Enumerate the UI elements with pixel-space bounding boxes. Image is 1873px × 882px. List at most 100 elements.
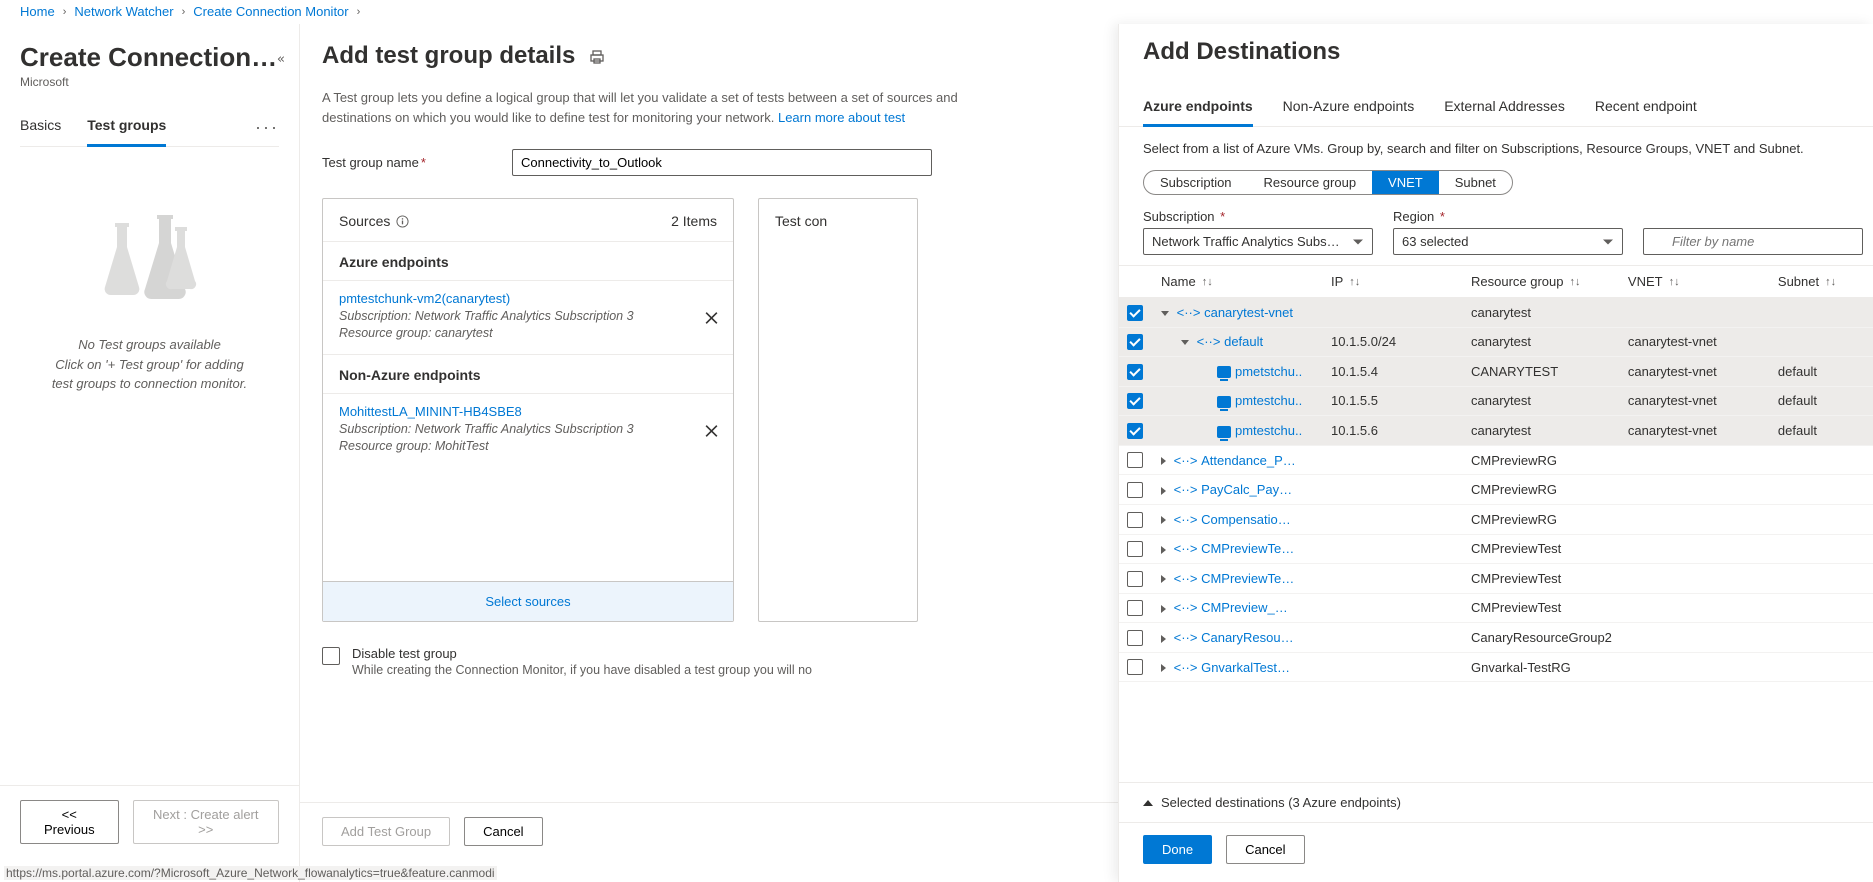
cell-ip: [1323, 298, 1463, 328]
expand-icon[interactable]: [1161, 516, 1166, 524]
groupby-pill[interactable]: Subnet: [1439, 171, 1512, 194]
row-checkbox[interactable]: [1127, 571, 1143, 587]
col-header[interactable]: VNET↑↓: [1620, 266, 1770, 298]
cell-rg: canarytest: [1463, 298, 1620, 328]
expand-icon[interactable]: [1161, 457, 1166, 465]
expand-icon[interactable]: [1161, 546, 1166, 554]
vm-icon: [1217, 426, 1231, 438]
row-checkbox[interactable]: [1127, 452, 1143, 468]
vnet-link[interactable]: canarytest-vnet: [1204, 305, 1293, 320]
info-icon[interactable]: [396, 215, 409, 228]
col-header[interactable]: Resource group↑↓: [1463, 266, 1620, 298]
expand-icon[interactable]: [1161, 635, 1166, 643]
blade-tab[interactable]: Azure endpoints: [1143, 98, 1253, 127]
vnet-link[interactable]: Compensation_...: [1201, 512, 1296, 527]
breadcrumb-home[interactable]: Home: [20, 4, 55, 19]
print-icon[interactable]: [589, 49, 605, 65]
sort-icon[interactable]: ↑↓: [1669, 276, 1680, 288]
cell-subnet: [1770, 623, 1873, 653]
vm-link[interactable]: pmtestchu..: [1235, 423, 1302, 438]
done-button[interactable]: Done: [1143, 835, 1212, 864]
row-checkbox[interactable]: [1127, 482, 1143, 498]
table-row: <··> Attendance_Payr.CMPreviewRG: [1119, 445, 1873, 475]
cell-vnet: [1620, 475, 1770, 505]
vnet-link[interactable]: CMPreviewTestv..: [1201, 571, 1296, 586]
learn-more-link[interactable]: Learn more about test: [778, 110, 905, 125]
row-checkbox[interactable]: [1127, 393, 1143, 409]
groupby-pill[interactable]: Subscription: [1144, 171, 1248, 194]
cell-subnet: [1770, 445, 1873, 475]
chevron-up-icon[interactable]: [1143, 800, 1153, 806]
sort-icon[interactable]: ↑↓: [1825, 276, 1836, 288]
groupby-pill[interactable]: Resource group: [1248, 171, 1373, 194]
row-checkbox[interactable]: [1127, 600, 1143, 616]
cell-subnet: default: [1770, 357, 1873, 387]
collapse-icon[interactable]: «: [277, 52, 285, 67]
groupby-pill[interactable]: VNET: [1372, 171, 1439, 194]
sort-icon[interactable]: ↑↓: [1349, 276, 1360, 288]
table-row: <··> CMPreviewTest-.CMPreviewTest: [1119, 534, 1873, 564]
blade-tab[interactable]: Recent endpoint: [1595, 98, 1697, 126]
col-header[interactable]: Subnet↑↓: [1770, 266, 1873, 298]
blade-cancel-button[interactable]: Cancel: [1226, 835, 1304, 864]
destinations-grid: Name↑↓IP↑↓Resource group↑↓VNET↑↓Subnet↑↓…: [1119, 265, 1873, 782]
remove-icon[interactable]: [704, 310, 719, 325]
testgroup-name-input[interactable]: [512, 149, 932, 176]
cell-ip: [1323, 445, 1463, 475]
blade-tab[interactable]: Non-Azure endpoints: [1283, 98, 1415, 126]
select-sources-button[interactable]: Select sources: [323, 581, 733, 621]
add-destinations-blade: Add Destinations Azure endpointsNon-Azur…: [1118, 24, 1873, 882]
vnet-link[interactable]: CMPreview_Hub: [1201, 600, 1296, 615]
expand-icon[interactable]: [1161, 575, 1166, 583]
vnet-link[interactable]: CMPreviewTest-.: [1201, 541, 1296, 556]
expand-icon[interactable]: [1181, 340, 1189, 345]
left-tabs: Basics Test groups ···: [20, 117, 279, 147]
cancel-button[interactable]: Cancel: [464, 817, 542, 846]
col-header[interactable]: IP↑↓: [1323, 266, 1463, 298]
breadcrumb-ccm[interactable]: Create Connection Monitor: [193, 4, 348, 19]
cell-rg: canarytest: [1463, 386, 1620, 416]
vm-link[interactable]: pmtestchu..: [1235, 393, 1302, 408]
row-checkbox[interactable]: [1127, 364, 1143, 380]
row-checkbox[interactable]: [1127, 334, 1143, 350]
row-checkbox[interactable]: [1127, 630, 1143, 646]
table-row: <··> CanaryResource..CanaryResourceGroup…: [1119, 623, 1873, 653]
vnet-link[interactable]: PayCalc_Payroll: [1201, 482, 1296, 497]
expand-icon[interactable]: [1161, 311, 1169, 316]
sort-icon[interactable]: ↑↓: [1570, 276, 1581, 288]
selected-summary-bar[interactable]: Selected destinations (3 Azure endpoints…: [1119, 782, 1873, 822]
expand-icon[interactable]: [1161, 487, 1166, 495]
vnet-link[interactable]: Attendance_Payr.: [1201, 453, 1296, 468]
row-checkbox[interactable]: [1127, 512, 1143, 528]
subnet-link[interactable]: default: [1224, 334, 1263, 349]
row-checkbox[interactable]: [1127, 423, 1143, 439]
breadcrumb-nw[interactable]: Network Watcher: [74, 4, 173, 19]
tab-basics[interactable]: Basics: [20, 117, 61, 146]
blade-tab[interactable]: External Addresses: [1444, 98, 1565, 126]
filter-input[interactable]: [1643, 228, 1863, 255]
more-icon[interactable]: ···: [255, 117, 279, 146]
add-test-group-button[interactable]: Add Test Group: [322, 817, 450, 846]
subscription-select[interactable]: Network Traffic Analytics Subscriptio…: [1143, 228, 1373, 255]
row-checkbox[interactable]: [1127, 659, 1143, 675]
vm-link[interactable]: pmetstchu..: [1235, 364, 1302, 379]
tab-test-groups[interactable]: Test groups: [87, 117, 166, 147]
source-name[interactable]: pmtestchunk-vm2(canarytest): [339, 291, 717, 306]
row-checkbox[interactable]: [1127, 541, 1143, 557]
row-checkbox[interactable]: [1127, 305, 1143, 321]
vnet-icon: <··>: [1174, 512, 1198, 527]
sort-icon[interactable]: ↑↓: [1202, 276, 1213, 288]
vnet-link[interactable]: GnvarkalTestRGv..: [1201, 660, 1296, 675]
section-title: Add test group details: [322, 42, 575, 70]
vnet-link[interactable]: CanaryResource..: [1201, 630, 1296, 645]
cell-ip: [1323, 652, 1463, 682]
expand-icon[interactable]: [1161, 664, 1166, 672]
next-button[interactable]: Next : Create alert >>: [133, 800, 279, 844]
previous-button[interactable]: << Previous: [20, 800, 119, 844]
disable-testgroup-checkbox[interactable]: [322, 647, 340, 665]
col-header[interactable]: Name↑↓: [1153, 266, 1323, 298]
region-select[interactable]: 63 selected: [1393, 228, 1623, 255]
remove-icon[interactable]: [704, 423, 719, 438]
expand-icon[interactable]: [1161, 605, 1166, 613]
source-name[interactable]: MohittestLA_MININT-HB4SBE8: [339, 404, 717, 419]
